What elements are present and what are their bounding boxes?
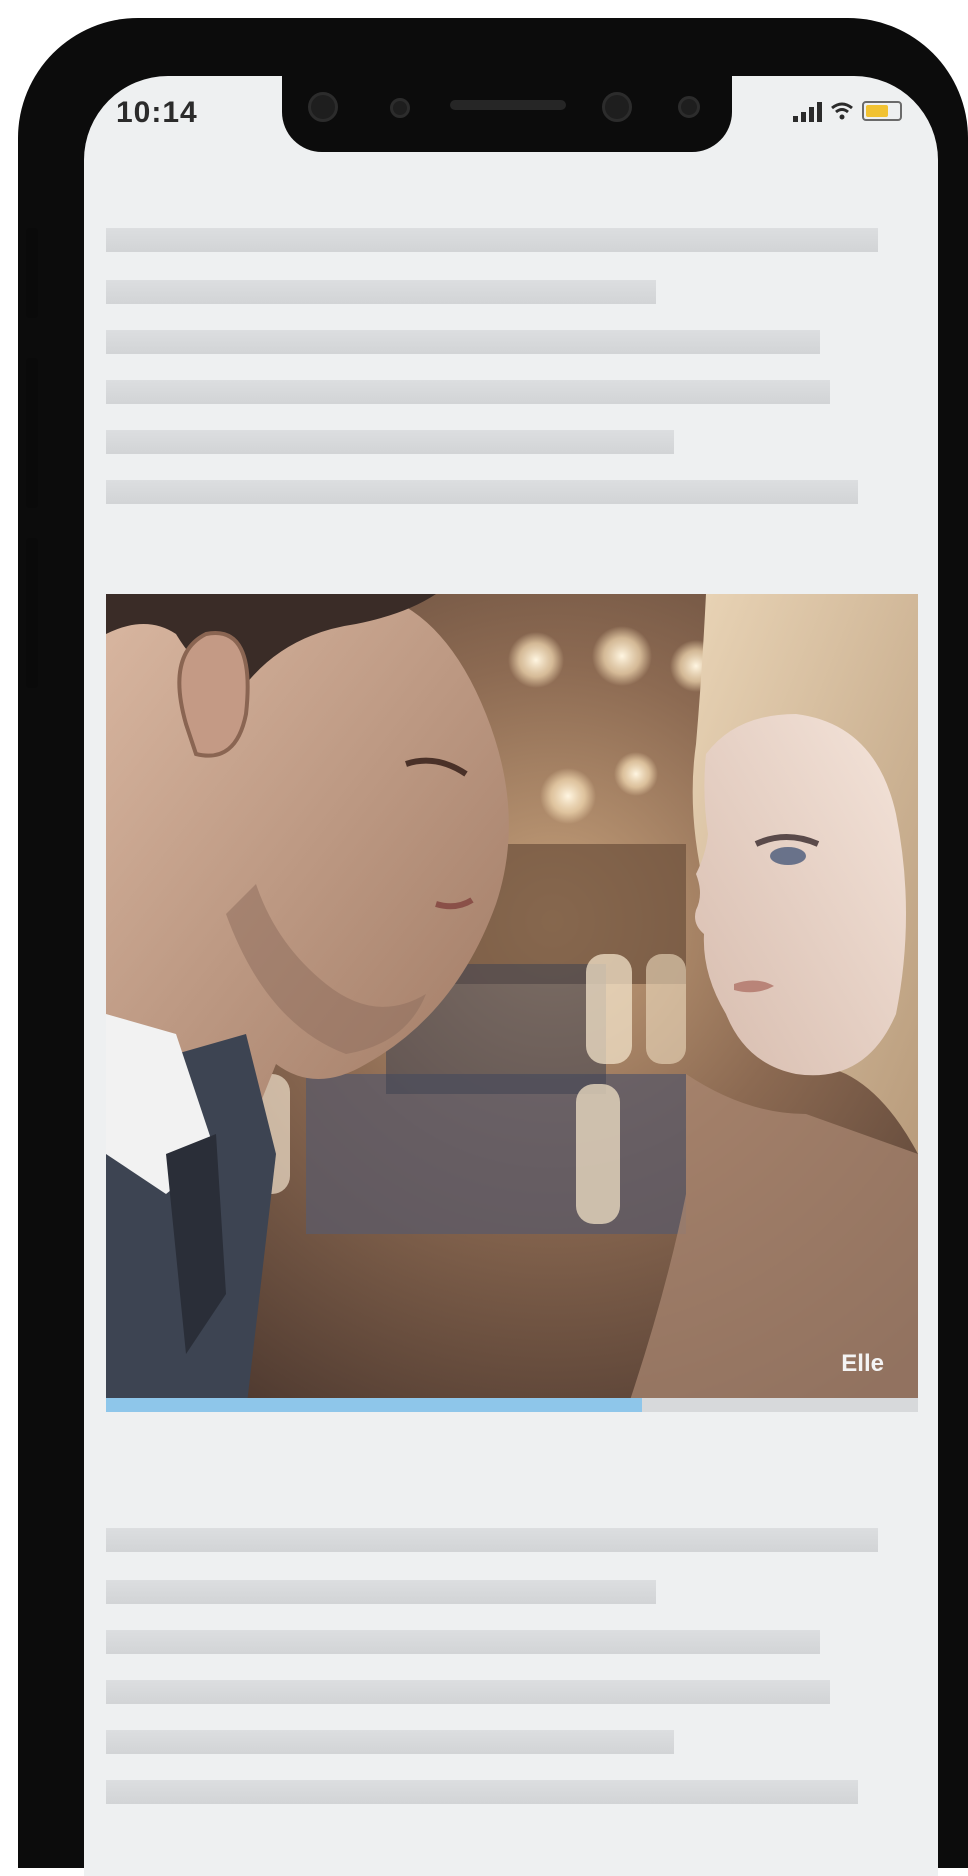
signal-icon — [793, 100, 822, 122]
speaker-grille — [450, 100, 566, 110]
text-placeholder-line — [106, 1580, 656, 1604]
battery-icon — [862, 101, 902, 121]
video-progress-track[interactable] — [106, 1398, 918, 1412]
mute-switch — [26, 228, 38, 318]
video-logo-icon: Elle — [841, 1350, 884, 1377]
face-id-sensor-icon — [602, 92, 632, 122]
phone-screen: 10:14 Elle — [84, 76, 938, 1876]
text-placeholder-line — [106, 1730, 674, 1754]
proximity-sensor-icon — [678, 96, 700, 118]
video-player[interactable]: Elle — [106, 594, 918, 1412]
status-indicators — [793, 100, 902, 122]
wifi-icon — [831, 102, 853, 120]
text-placeholder-line — [106, 1680, 830, 1704]
camera-icon — [308, 92, 338, 122]
volume-down-button — [26, 538, 38, 688]
text-placeholder-line — [106, 480, 858, 504]
text-placeholder-line — [106, 430, 674, 454]
video-frame-image — [106, 594, 918, 1412]
video-progress-bar — [106, 1398, 642, 1412]
battery-level — [866, 105, 888, 117]
text-placeholder-line — [106, 1630, 820, 1654]
text-placeholder-line — [106, 1780, 858, 1804]
notch — [282, 76, 732, 152]
status-time: 10:14 — [116, 96, 198, 129]
text-placeholder-line — [106, 1528, 878, 1552]
phone-frame: 10:14 Elle — [18, 18, 968, 1876]
text-placeholder-line — [106, 330, 820, 354]
text-placeholder-line — [106, 280, 656, 304]
sensor-icon — [390, 98, 410, 118]
volume-up-button — [26, 358, 38, 508]
text-placeholder-line — [106, 380, 830, 404]
text-placeholder-line — [106, 228, 878, 252]
